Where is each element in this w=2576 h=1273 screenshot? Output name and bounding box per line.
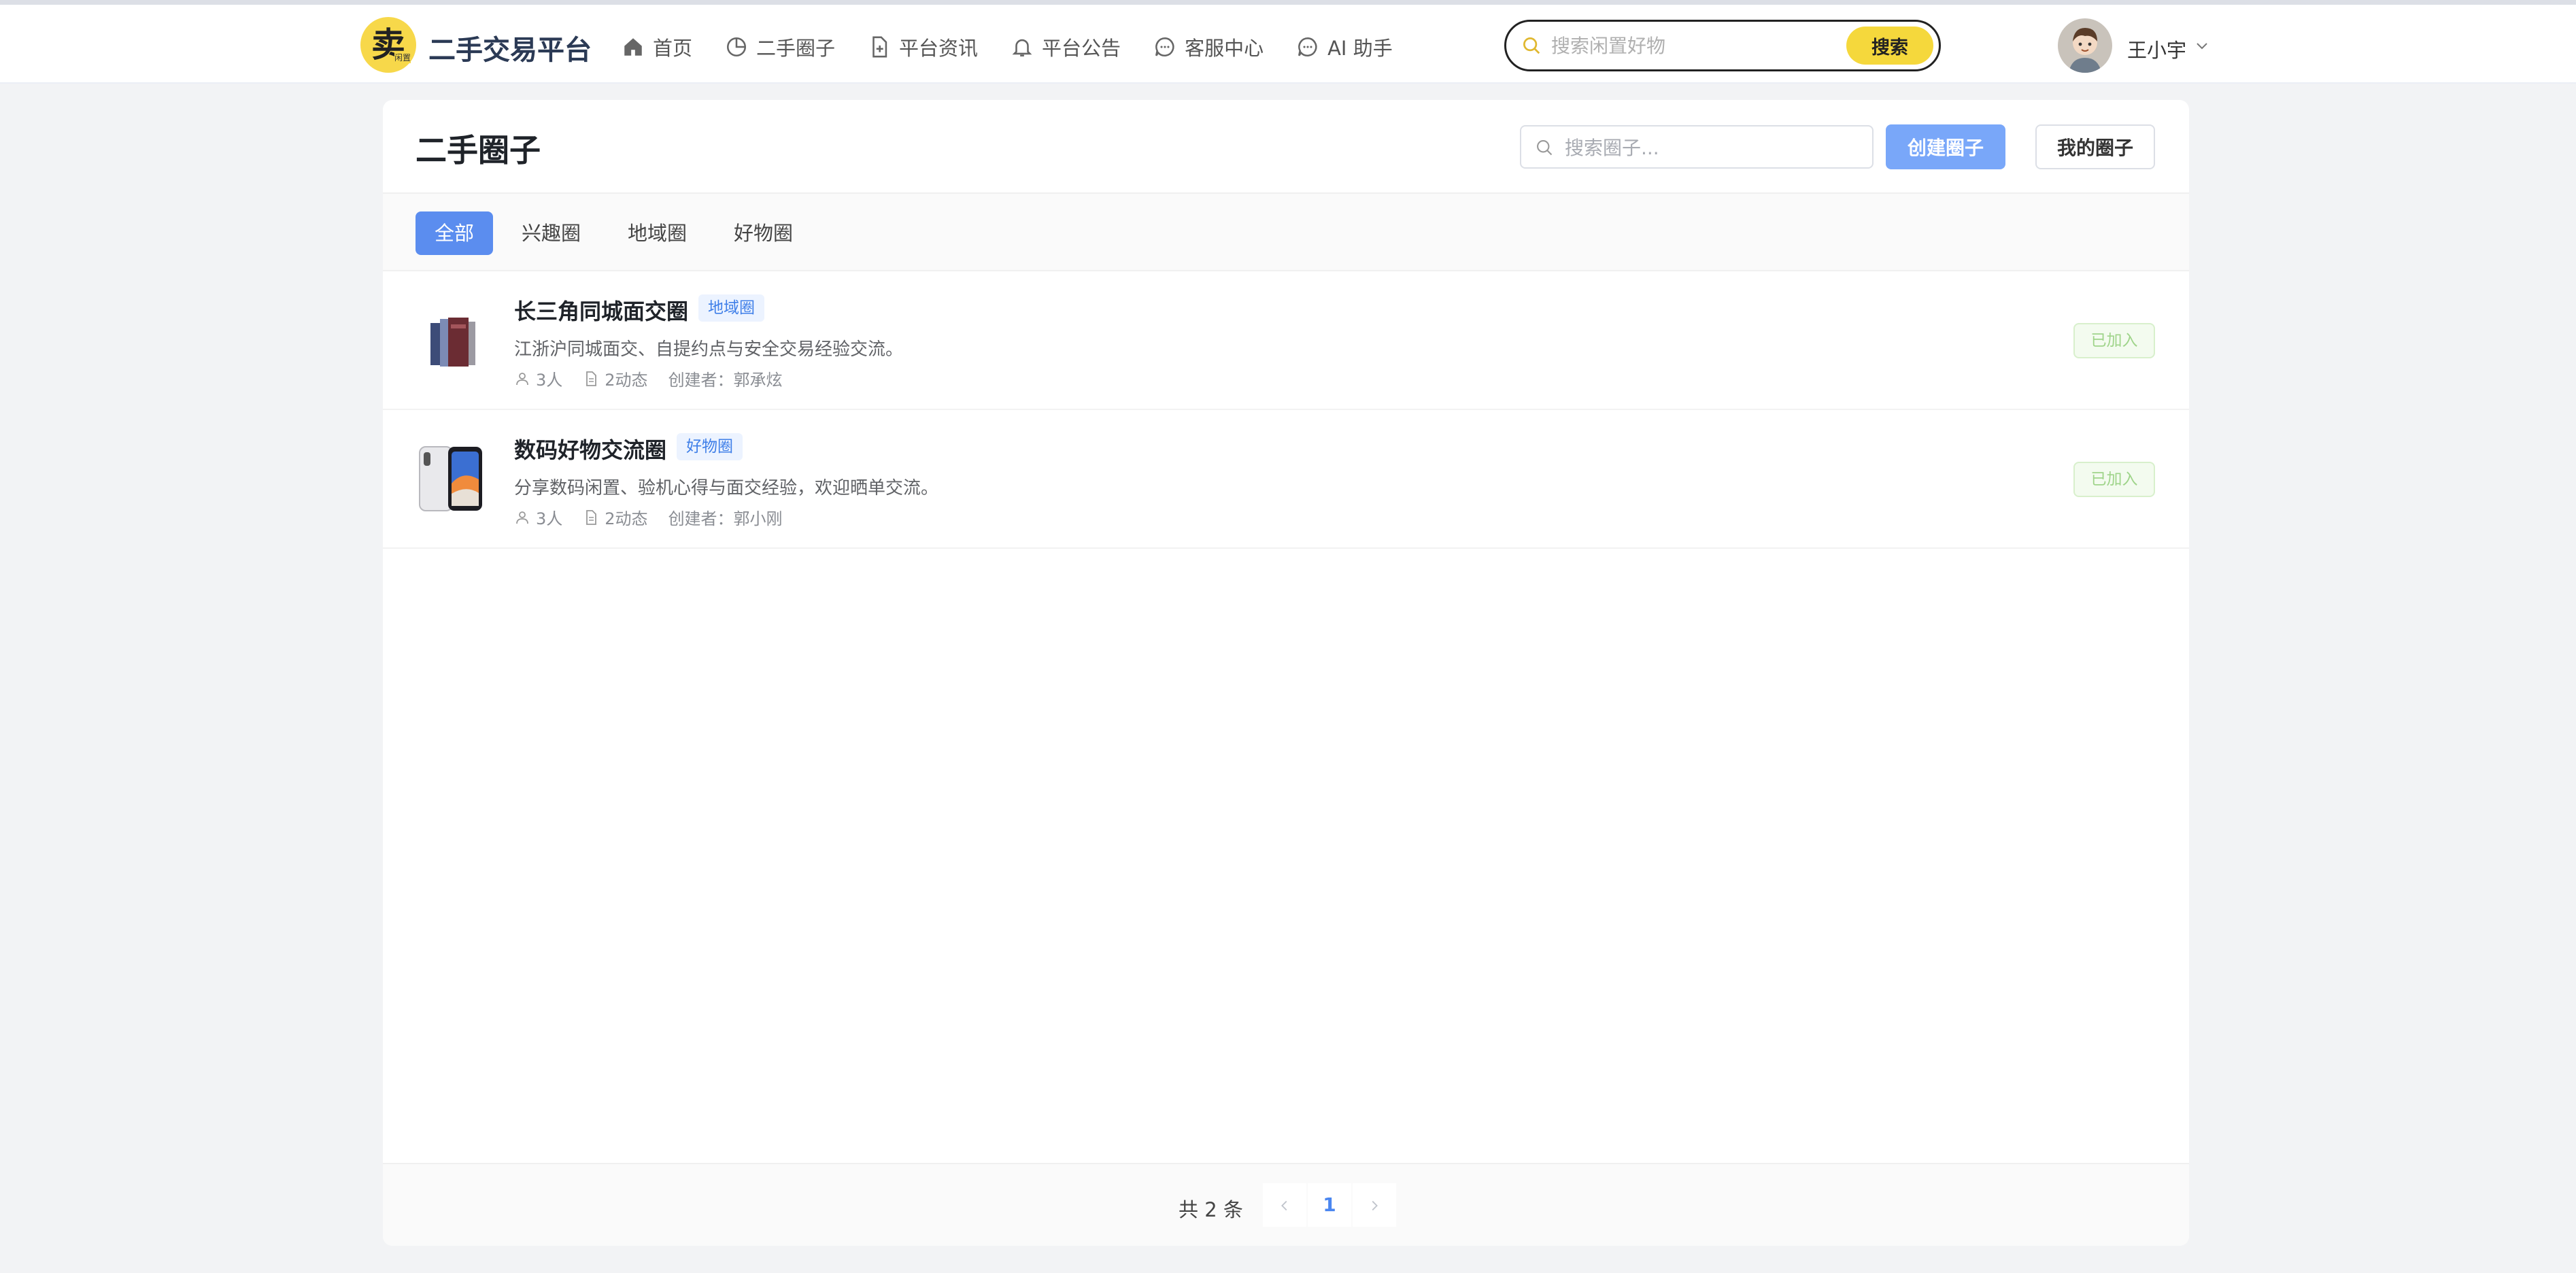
circle-search-input[interactable] (1565, 135, 1850, 160)
joined-button[interactable]: 已加入 (2073, 323, 2155, 358)
nav-circles-label: 二手圈子 (756, 37, 836, 60)
search-icon (1537, 140, 1553, 156)
chevron-down-icon[interactable] (2194, 37, 2210, 54)
member-count-label: 3人 (536, 371, 563, 390)
post-count: 2动态 (583, 505, 648, 529)
circle-search (1520, 125, 1874, 169)
brand-name[interactable]: 二手交易平台 (428, 28, 592, 67)
category-tabs: 全部 兴趣圈 地域圈 好物圈 (383, 192, 2189, 271)
global-search: 搜索 (1504, 20, 1941, 71)
circle-description: 江浙沪同城面交、自提约点与安全交易经验交流。 (514, 339, 904, 360)
tab-region[interactable]: 地域圈 (609, 211, 706, 255)
post-count-label: 2动态 (605, 509, 648, 528)
nav-service-label: 客服中心 (1185, 37, 1264, 60)
pagination-bar: 共 2 条 1 (383, 1163, 2189, 1246)
next-page-button[interactable] (1353, 1183, 1396, 1227)
member-count: 3人 (514, 367, 562, 390)
chat-icon (1298, 37, 1317, 56)
home-icon (624, 38, 642, 56)
nav-notice[interactable]: 平台公告 (1011, 33, 1121, 61)
circle-description: 分享数码闲置、验机心得与面交经验，欢迎晒单交流。 (514, 478, 939, 498)
post-count: 2动态 (583, 367, 648, 390)
circle-name[interactable]: 数码好物交流圈 (514, 433, 666, 464)
member-count-label: 3人 (536, 509, 563, 528)
total-count: 共 2 条 (1179, 1198, 1243, 1221)
circle-meta: 3人 2动态 创建者：郭承炫 (514, 367, 803, 390)
circle-tag: 地域圈 (698, 294, 764, 322)
avatar[interactable] (2058, 18, 2112, 73)
nav-news-label: 平台资讯 (899, 37, 979, 60)
document-icon (586, 371, 597, 386)
pager: 1 (1263, 1183, 1397, 1227)
tab-interest[interactable]: 兴趣圈 (503, 211, 600, 255)
nav-news[interactable]: 平台资讯 (868, 33, 978, 61)
top-edge (0, 0, 2576, 5)
circle-meta: 3人 2动态 创建者：郭小刚 (514, 505, 803, 529)
nav-ai-label: AI 助手 (1327, 37, 1393, 60)
nav-home[interactable]: 首页 (622, 33, 692, 61)
nav-notice-label: 平台公告 (1042, 37, 1121, 60)
post-count-label: 2动态 (605, 371, 648, 390)
main-nav: 首页 二手圈子 平台资讯 平台公告 客服中心 AI 助手 (622, 32, 1425, 62)
nav-circles[interactable]: 二手圈子 (725, 33, 835, 61)
creator: 创建者：郭承炫 (668, 371, 783, 390)
my-circles-button[interactable]: 我的圈子 (2035, 124, 2155, 169)
circles-card: 二手圈子 创建圈子 我的圈子 全部 兴趣圈 地域圈 好物圈 长三角同城面交圈 地… (383, 100, 2189, 1246)
user-name[interactable]: 王小宇 (2127, 35, 2186, 63)
prev-page-button[interactable] (1263, 1183, 1306, 1227)
user-icon (516, 372, 528, 385)
tab-all[interactable]: 全部 (416, 211, 494, 255)
nav-ai[interactable]: AI 助手 (1296, 33, 1393, 61)
global-search-input[interactable] (1551, 31, 1823, 60)
avatar-icon (2058, 18, 2112, 73)
search-icon (1523, 37, 1540, 54)
circle-tag: 好物圈 (677, 433, 743, 460)
page-title: 二手圈子 (416, 132, 541, 169)
creator: 创建者：郭小刚 (668, 509, 783, 528)
circle-name[interactable]: 长三角同城面交圈 (514, 294, 688, 326)
list-item[interactable]: 长三角同城面交圈 地域圈 江浙沪同城面交、自提约点与安全交易经验交流。 3人 2… (383, 271, 2189, 410)
member-count: 3人 (514, 505, 562, 529)
top-header: 卖 闲置 二手交易平台 首页 二手圈子 平台资讯 平台公告 客服中心 AI 助手 (0, 5, 2576, 84)
chat-icon (1155, 37, 1174, 56)
logo-mini: 闲置 (394, 52, 411, 63)
chevron-left-icon (1281, 1200, 1287, 1211)
global-search-button[interactable]: 搜索 (1846, 27, 1933, 65)
bell-icon (1012, 39, 1032, 57)
document-icon (586, 509, 597, 525)
books-image (416, 304, 486, 375)
document-icon (872, 36, 887, 58)
nav-service[interactable]: 客服中心 (1153, 33, 1264, 61)
user-icon (516, 511, 528, 524)
nav-home-label: 首页 (653, 37, 693, 60)
tab-goods[interactable]: 好物圈 (715, 211, 812, 255)
pie-chart-icon (726, 37, 747, 57)
phone-image (416, 443, 486, 513)
chevron-right-icon (1372, 1200, 1378, 1211)
list-item[interactable]: 数码好物交流圈 好物圈 分享数码闲置、验机心得与面交经验，欢迎晒单交流。 3人 … (383, 410, 2189, 549)
page-number[interactable]: 1 (1308, 1183, 1351, 1227)
create-circle-button[interactable]: 创建圈子 (1886, 124, 2005, 169)
joined-button[interactable]: 已加入 (2073, 462, 2155, 497)
logo[interactable]: 卖 闲置 (360, 17, 416, 73)
